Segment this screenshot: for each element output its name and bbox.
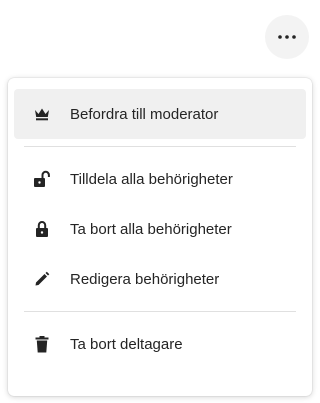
menu-item-edit-permissions[interactable]: Redigera behörigheter: [14, 254, 306, 304]
menu-item-label: Befordra till moderator: [70, 105, 219, 123]
pencil-icon: [32, 269, 52, 289]
more-options-button[interactable]: [265, 15, 309, 59]
menu-divider: [24, 146, 296, 147]
menu-item-label: Tilldela alla behörigheter: [70, 170, 233, 188]
menu-item-label: Redigera behörigheter: [70, 270, 220, 288]
crown-icon: [32, 104, 52, 124]
participant-context-menu: Befordra till moderator Tilldela alla be…: [8, 78, 312, 396]
menu-item-remove-all-permissions[interactable]: Ta bort alla behörigheter: [14, 204, 306, 254]
menu-item-label: Ta bort alla behörigheter: [70, 220, 232, 238]
lock-icon: [32, 219, 52, 239]
participant-options-view: Befordra till moderator Tilldela alla be…: [0, 0, 317, 403]
trash-icon: [32, 334, 52, 354]
menu-item-promote-to-moderator[interactable]: Befordra till moderator: [14, 89, 306, 139]
unlock-icon: [32, 169, 52, 189]
menu-item-remove-participant[interactable]: Ta bort deltagare: [14, 319, 306, 369]
menu-item-grant-all-permissions[interactable]: Tilldela alla behörigheter: [14, 154, 306, 204]
menu-item-label: Ta bort deltagare: [70, 335, 183, 353]
more-horizontal-icon: [278, 35, 296, 39]
menu-divider: [24, 311, 296, 312]
